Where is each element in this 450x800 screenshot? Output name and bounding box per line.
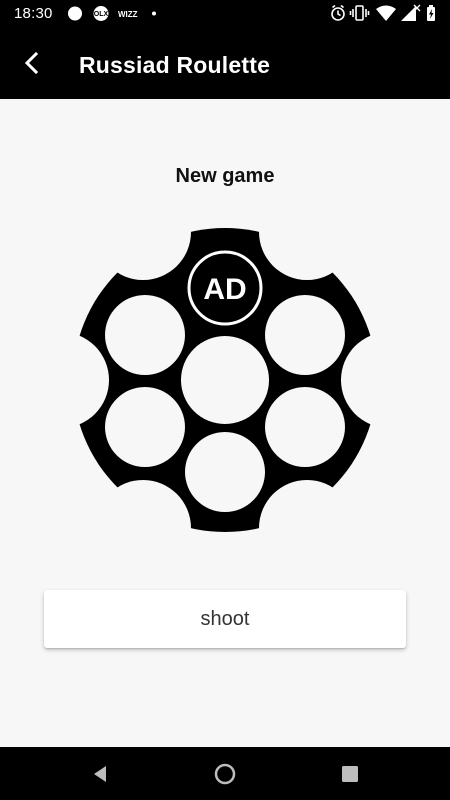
vibrate-icon [349,5,370,21]
game-title: New game [175,165,275,187]
alarm-icon [331,4,345,21]
chamber-right-upper [265,295,345,375]
signal-icon [401,4,421,21]
recents-square-icon[interactable] [338,762,362,786]
back-triangle-icon[interactable] [88,762,112,786]
app-bar: Russiad Roulette [0,27,450,99]
olx-app-label: OLX [94,11,109,18]
chamber-bottom [185,432,265,512]
status-time: 18:30 [14,5,53,22]
home-circle-icon[interactable] [213,762,237,786]
nav-bar [0,747,450,800]
wizz-app-icon: WIZZ [118,10,138,19]
app-title: Russiad Roulette [79,52,271,78]
battery-charging-icon [427,5,435,21]
status-bar: 18:30 OLX WIZZ [0,0,450,27]
ad-badge: AD [185,248,265,328]
status-right-icons [331,4,435,21]
revolver-cylinder: AD [73,228,377,532]
chamber-right-lower [265,387,345,467]
wifi-icon [376,5,396,21]
dot-icon [152,11,156,16]
chamber-left-upper [105,295,185,375]
circle-notification-icon [68,6,82,21]
center-axis-hole [200,357,250,407]
olx-app-icon: OLX [93,6,109,21]
chevron-left-icon [24,52,39,74]
ad-badge-text: AD [203,273,246,306]
back-button[interactable] [12,43,52,83]
chamber-left-lower [105,387,185,467]
status-left-icons: OLX WIZZ [68,6,156,21]
shoot-button[interactable]: shoot [44,590,406,648]
